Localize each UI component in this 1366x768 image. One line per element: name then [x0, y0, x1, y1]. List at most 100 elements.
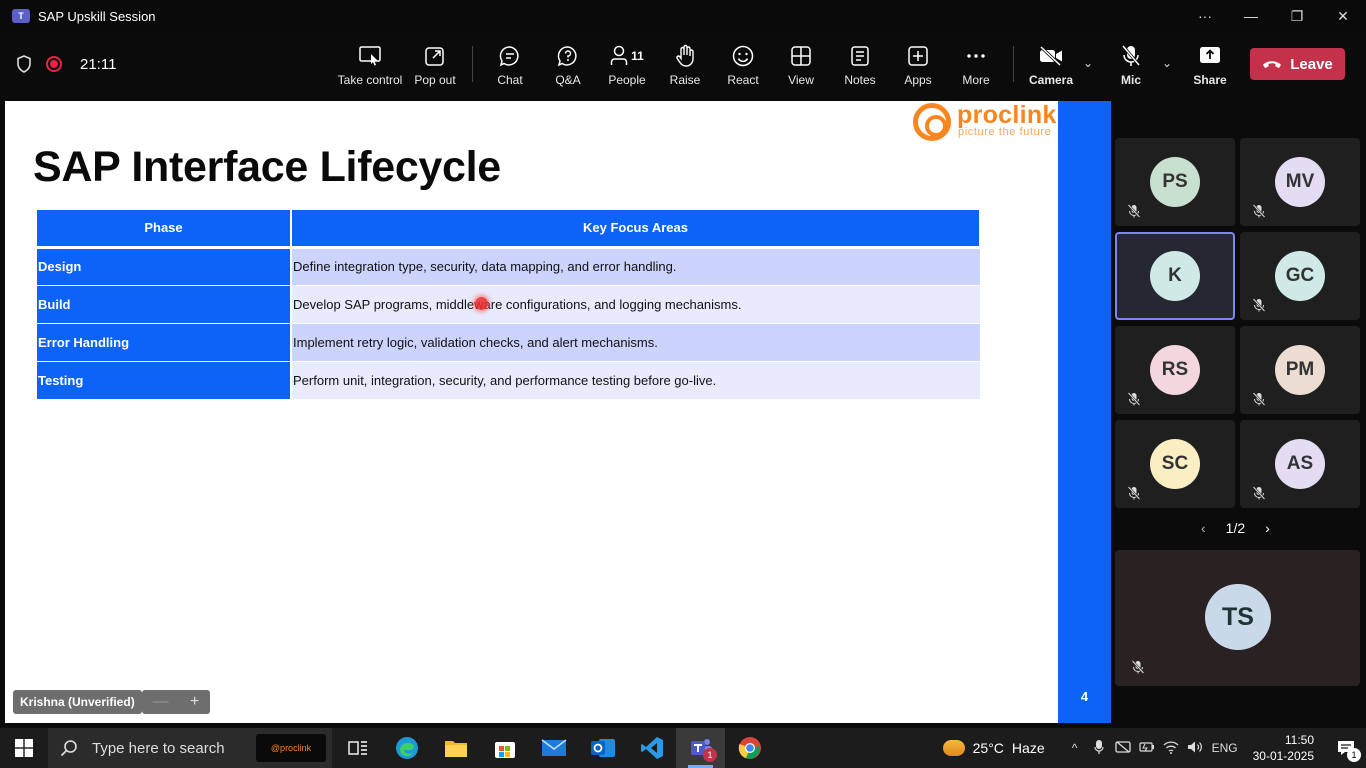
focus-cell: Perform unit, integration, security, and… [291, 361, 980, 400]
participant-tile[interactable]: AS [1240, 420, 1360, 508]
apps-button[interactable]: Apps [886, 42, 950, 92]
task-view-button[interactable] [334, 728, 382, 768]
header-key-focus-areas: Key Focus Areas [291, 210, 981, 249]
phase-cell: Build [37, 285, 292, 324]
participant-tile[interactable]: GC [1240, 232, 1360, 320]
system-tray: 25°C Haze ^ ENG 11:50 30-01-2025 1 [942, 728, 1366, 768]
clock-date: 30-01-2025 [1252, 749, 1314, 763]
slide-side-bar [1058, 101, 1111, 723]
camera-button[interactable]: Camera [1019, 42, 1083, 92]
taskbar-vscode[interactable] [627, 728, 676, 768]
chat-button[interactable]: Chat [478, 42, 542, 92]
battery-icon[interactable] [1135, 741, 1159, 756]
participants-gallery: PS MV K GC RS PM SC AS ‹ 1/2 › TS [1111, 96, 1366, 726]
windows-logo-icon [15, 739, 33, 757]
focus-cell: Develop SAP programs, middleware configu… [291, 285, 980, 324]
taskbar-file-explorer[interactable] [431, 728, 480, 768]
zoom-out-button[interactable]: — [153, 693, 169, 711]
table-row: Error Handling Implement retry logic, va… [37, 323, 980, 362]
taskbar-clock[interactable]: 11:50 30-01-2025 [1253, 732, 1314, 764]
logo-tagline: picture the future [958, 126, 1052, 138]
participant-tile[interactable]: PM [1240, 326, 1360, 414]
restore-button[interactable]: ❐ [1274, 0, 1320, 32]
header-phase: Phase [37, 210, 292, 249]
taskbar-store[interactable] [480, 728, 529, 768]
taskbar-chrome[interactable] [725, 728, 774, 768]
meet-now-icon[interactable] [1111, 740, 1135, 757]
taskbar-outlook[interactable] [578, 728, 627, 768]
camera-options-chevron-icon[interactable]: ⌄ [1083, 56, 1093, 70]
people-icon [610, 45, 628, 65]
zoom-control: — + [142, 690, 210, 714]
mic-muted-icon [1127, 204, 1141, 218]
weather-description: Haze [1011, 740, 1045, 756]
mic-muted-icon [1252, 298, 1266, 312]
focus-cell: Implement retry logic, validation checks… [291, 323, 980, 362]
notes-button[interactable]: Notes [828, 42, 892, 92]
take-control-button[interactable]: Take control [337, 42, 403, 92]
people-button[interactable]: 11 People [594, 42, 660, 92]
slide-page-number: 4 [1080, 689, 1089, 704]
people-label: People [608, 73, 646, 87]
minimize-button[interactable]: — [1228, 0, 1274, 32]
next-page-chevron-icon[interactable]: › [1265, 520, 1270, 536]
view-button[interactable]: View [769, 42, 833, 92]
microphone-in-use-icon[interactable] [1087, 739, 1111, 758]
outlook-icon [590, 739, 615, 757]
lifecycle-table: Phase Key Focus Areas Design Define inte… [37, 210, 981, 400]
task-view-icon [348, 741, 367, 755]
store-icon [494, 742, 515, 758]
mic-off-icon [1121, 45, 1141, 66]
phase-cell: Error Handling [37, 323, 292, 362]
taskbar-mail[interactable] [529, 728, 578, 768]
pop-out-button[interactable]: Pop out [403, 42, 467, 92]
qa-icon [557, 46, 577, 67]
participant-tile[interactable]: SC [1115, 420, 1235, 508]
mic-button[interactable]: Mic [1099, 42, 1163, 92]
volume-icon[interactable] [1183, 740, 1207, 757]
taskbar-teams[interactable]: 1 [676, 728, 725, 768]
show-hidden-icons-chevron-icon[interactable]: ^ [1063, 741, 1087, 755]
more-options-button[interactable]: ··· [1182, 0, 1228, 32]
qa-button[interactable]: Q&A [536, 42, 600, 92]
apps-plus-icon [908, 46, 928, 66]
close-button[interactable]: ✕ [1320, 0, 1366, 32]
start-button[interactable] [0, 728, 48, 768]
self-video-tile[interactable]: TS [1115, 550, 1360, 686]
share-icon [1200, 47, 1220, 63]
notifications-button[interactable]: 1 [1326, 728, 1366, 768]
table-row: Design Define integration type, security… [37, 247, 980, 286]
raise-hand-icon [676, 44, 694, 67]
avatar: RS [1150, 345, 1200, 395]
participant-tile-speaking[interactable]: K [1115, 232, 1235, 320]
participant-tile[interactable]: MV [1240, 138, 1360, 226]
more-label: More [962, 73, 990, 87]
shared-content-stage: proclink picture the future SAP Interfac… [5, 101, 1111, 723]
wifi-icon[interactable] [1159, 740, 1183, 757]
camera-off-icon [1039, 45, 1062, 67]
mic-muted-icon [1252, 204, 1266, 218]
leave-button[interactable]: Leave [1250, 48, 1345, 80]
teams-notification-badge: 1 [703, 748, 717, 762]
zoom-in-button[interactable]: + [190, 693, 199, 711]
raise-hand-button[interactable]: Raise [653, 42, 717, 92]
react-button[interactable]: React [711, 42, 775, 92]
taskbar-search-box[interactable]: Type here to search @proclink [48, 728, 332, 768]
weather-widget[interactable]: 25°C Haze [942, 740, 1045, 756]
view-label: View [788, 73, 814, 87]
mic-options-chevron-icon[interactable]: ⌄ [1162, 56, 1172, 70]
mic-muted-icon [1252, 486, 1266, 500]
participant-tile[interactable]: PS [1115, 138, 1235, 226]
meeting-status: 21:11 [16, 32, 116, 96]
input-language[interactable]: ENG [1207, 741, 1243, 755]
more-dots-icon [967, 54, 985, 58]
pop-out-label: Pop out [414, 73, 456, 87]
previous-page-chevron-icon[interactable]: ‹ [1201, 520, 1206, 536]
search-highlight-proclink[interactable]: @proclink [256, 734, 326, 762]
edge-browser-icon [395, 737, 418, 759]
more-button[interactable]: More [944, 42, 1008, 92]
taskbar-edge[interactable] [382, 728, 431, 768]
participant-tile[interactable]: RS [1115, 326, 1235, 414]
share-button[interactable]: Share [1178, 42, 1242, 92]
take-control-label: Take control [337, 73, 403, 87]
